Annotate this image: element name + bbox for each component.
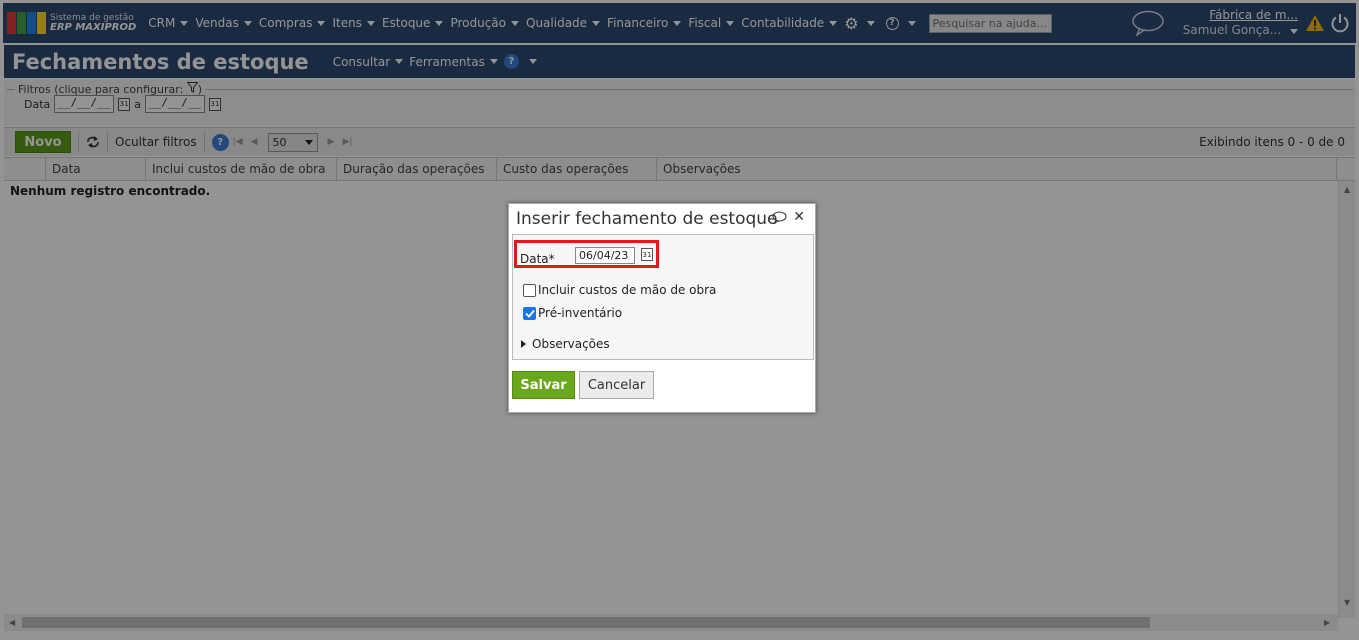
dialog-form-panel: Data* 06/04/23 31 Incluir custos de mão … [512, 234, 814, 360]
close-icon[interactable]: ✕ [793, 209, 805, 225]
date-input[interactable]: 06/04/23 [575, 247, 635, 264]
observations-toggle[interactable]: Observações [521, 337, 610, 351]
checkmark-icon [524, 309, 535, 318]
pre-inventory-label[interactable]: Pré-inventário [538, 306, 622, 320]
cancel-button[interactable]: Cancelar [579, 371, 654, 399]
date-field-highlight: Data* 06/04/23 31 [514, 240, 659, 268]
observations-label[interactable]: Observações [532, 337, 610, 351]
calendar-icon[interactable]: 31 [641, 248, 653, 261]
pre-inventory-checkbox[interactable] [523, 306, 536, 320]
pre-inventory-option[interactable]: Pré-inventário [523, 306, 622, 320]
chevron-right-icon [521, 340, 526, 348]
save-button[interactable]: Salvar [512, 371, 575, 399]
labor-costs-label[interactable]: Incluir custos de mão de obra [538, 283, 716, 297]
insert-closing-dialog: Inserir fechamento de estoque ✕ Data* 06… [508, 203, 816, 413]
date-label: Data* [520, 252, 555, 266]
dialog-title: Inserir fechamento de estoque [516, 209, 778, 229]
labor-costs-checkbox[interactable] [523, 283, 536, 297]
labor-costs-option[interactable]: Incluir custos de mão de obra [523, 283, 716, 297]
comment-icon[interactable] [772, 210, 787, 224]
